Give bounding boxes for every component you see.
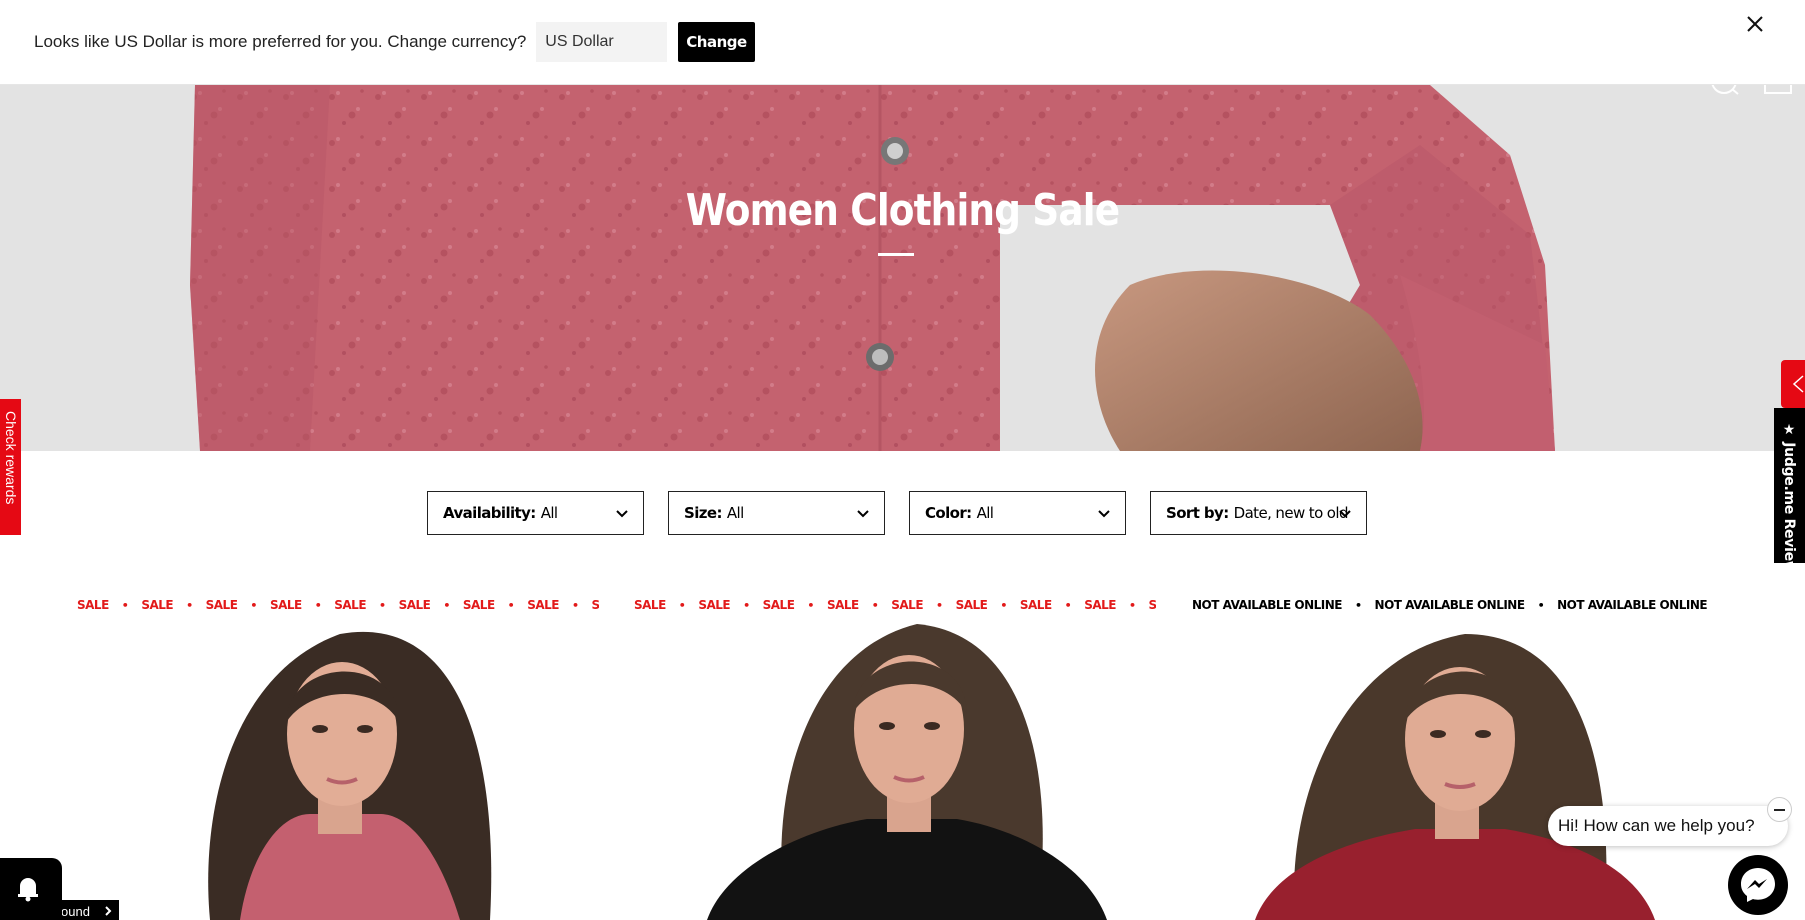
minimize-chat-button[interactable] xyxy=(1767,797,1792,822)
currency-select[interactable]: US Dollar xyxy=(536,22,668,62)
currency-suggestion-bar: Looks like US Dollar is more preferred f… xyxy=(0,0,1805,85)
collection-title: Women Clothing Sale xyxy=(685,185,1120,236)
notification-bell-button[interactable] xyxy=(0,858,62,920)
change-currency-button[interactable]: Change xyxy=(678,22,755,62)
availability-filter[interactable]: Availability: All xyxy=(427,491,644,535)
check-rewards-tab[interactable]: Check rewards xyxy=(0,399,21,535)
product-card-1[interactable] xyxy=(80,614,600,920)
sort-by-select[interactable]: Sort by: Date, new to old xyxy=(1150,491,1367,535)
filter-value: All xyxy=(976,504,994,522)
filter-label: Sort by: xyxy=(1166,504,1229,522)
chevron-down-icon xyxy=(857,510,869,518)
check-rewards-label: Check rewards xyxy=(3,411,19,505)
messenger-icon xyxy=(1741,868,1775,902)
judgeme-reviews-label: ★ Judge.me Reviews xyxy=(1781,422,1797,582)
chevron-right-icon xyxy=(105,906,112,916)
judgeme-reviews-tab[interactable]: ★ Judge.me Reviews xyxy=(1774,408,1805,581)
page: Women Clothing Sale Looks like US Dollar… xyxy=(0,0,1805,920)
color-filter[interactable]: Color: All xyxy=(909,491,1126,535)
cart-icon[interactable] xyxy=(1764,85,1792,94)
filter-label: Availability: xyxy=(443,504,536,522)
chat-prompt-bubble[interactable]: Hi! How can we help you? xyxy=(1548,806,1788,846)
currency-message: Looks like US Dollar is more preferred f… xyxy=(34,32,527,51)
chevron-down-icon xyxy=(616,510,628,518)
header-icons xyxy=(1711,85,1792,95)
bell-icon xyxy=(18,878,38,902)
title-underline xyxy=(878,253,914,256)
chevron-down-icon xyxy=(1339,510,1351,518)
filter-label: Size: xyxy=(684,504,722,522)
hero-image xyxy=(0,85,1805,451)
messenger-chat-button[interactable] xyxy=(1728,855,1788,915)
chevron-down-icon xyxy=(1098,510,1110,518)
filter-label: Color: xyxy=(925,504,972,522)
side-arrow-tab[interactable] xyxy=(1781,360,1805,408)
product-image xyxy=(1195,614,1715,920)
close-icon[interactable] xyxy=(1743,12,1767,36)
product-image xyxy=(80,614,600,920)
around-chip[interactable]: ound xyxy=(58,900,119,920)
size-filter[interactable]: Size: All xyxy=(668,491,885,535)
product-card-2[interactable] xyxy=(637,614,1157,920)
filter-value: All xyxy=(726,504,744,522)
filter-value: Date, new to old xyxy=(1233,504,1349,522)
collection-hero-banner: Women Clothing Sale xyxy=(0,85,1805,451)
chevron-left-icon xyxy=(1792,375,1804,393)
search-icon[interactable] xyxy=(1711,85,1739,95)
product-image xyxy=(637,614,1157,920)
filter-value: All xyxy=(540,504,558,522)
around-chip-label: ound xyxy=(61,904,90,919)
product-card-3[interactable] xyxy=(1195,614,1715,920)
filter-bar: Availability: All Size: All Color: All S… xyxy=(427,491,1367,535)
